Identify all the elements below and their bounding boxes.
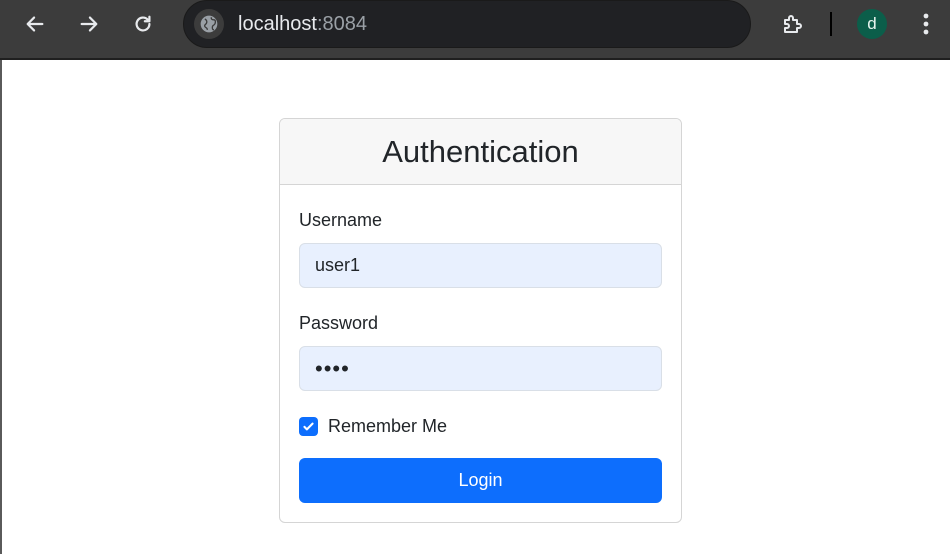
browser-menu-button[interactable] <box>914 9 938 39</box>
login-card: Authentication Username Password Remembe… <box>279 118 682 523</box>
checkmark-icon <box>303 422 314 430</box>
kebab-menu-icon <box>923 13 929 35</box>
arrow-left-icon <box>26 16 44 32</box>
globe-icon <box>200 15 218 33</box>
page-title: Authentication <box>382 133 579 169</box>
forward-button[interactable] <box>71 9 107 39</box>
reload-button[interactable] <box>125 9 161 39</box>
toolbar-border <box>0 58 950 60</box>
password-input[interactable] <box>299 346 662 391</box>
login-button[interactable]: Login <box>299 458 662 503</box>
reload-icon <box>135 15 151 32</box>
remember-me-label[interactable]: Remember Me <box>328 416 447 437</box>
url-text: localhost:8084 <box>238 13 367 35</box>
puzzle-icon <box>784 15 802 33</box>
password-label: Password <box>299 313 379 333</box>
remember-me-checkbox[interactable] <box>299 416 318 436</box>
browser-toolbar: localhost:8084 d <box>0 0 950 58</box>
extensions-button[interactable] <box>776 9 810 39</box>
url-host: localhost <box>238 13 317 35</box>
url-port: :8084 <box>316 13 367 35</box>
back-button[interactable] <box>17 9 53 39</box>
window-edge <box>0 60 2 554</box>
toolbar-divider <box>830 12 832 36</box>
remember-me-row: Remember Me <box>299 416 447 436</box>
site-info-button[interactable] <box>194 9 224 39</box>
arrow-right-icon <box>80 16 98 32</box>
username-input[interactable] <box>299 243 662 288</box>
username-label: Username <box>299 210 383 230</box>
profile-avatar[interactable]: d <box>857 9 887 39</box>
address-bar[interactable]: localhost:8084 <box>183 0 751 48</box>
card-header: Authentication <box>280 119 681 185</box>
